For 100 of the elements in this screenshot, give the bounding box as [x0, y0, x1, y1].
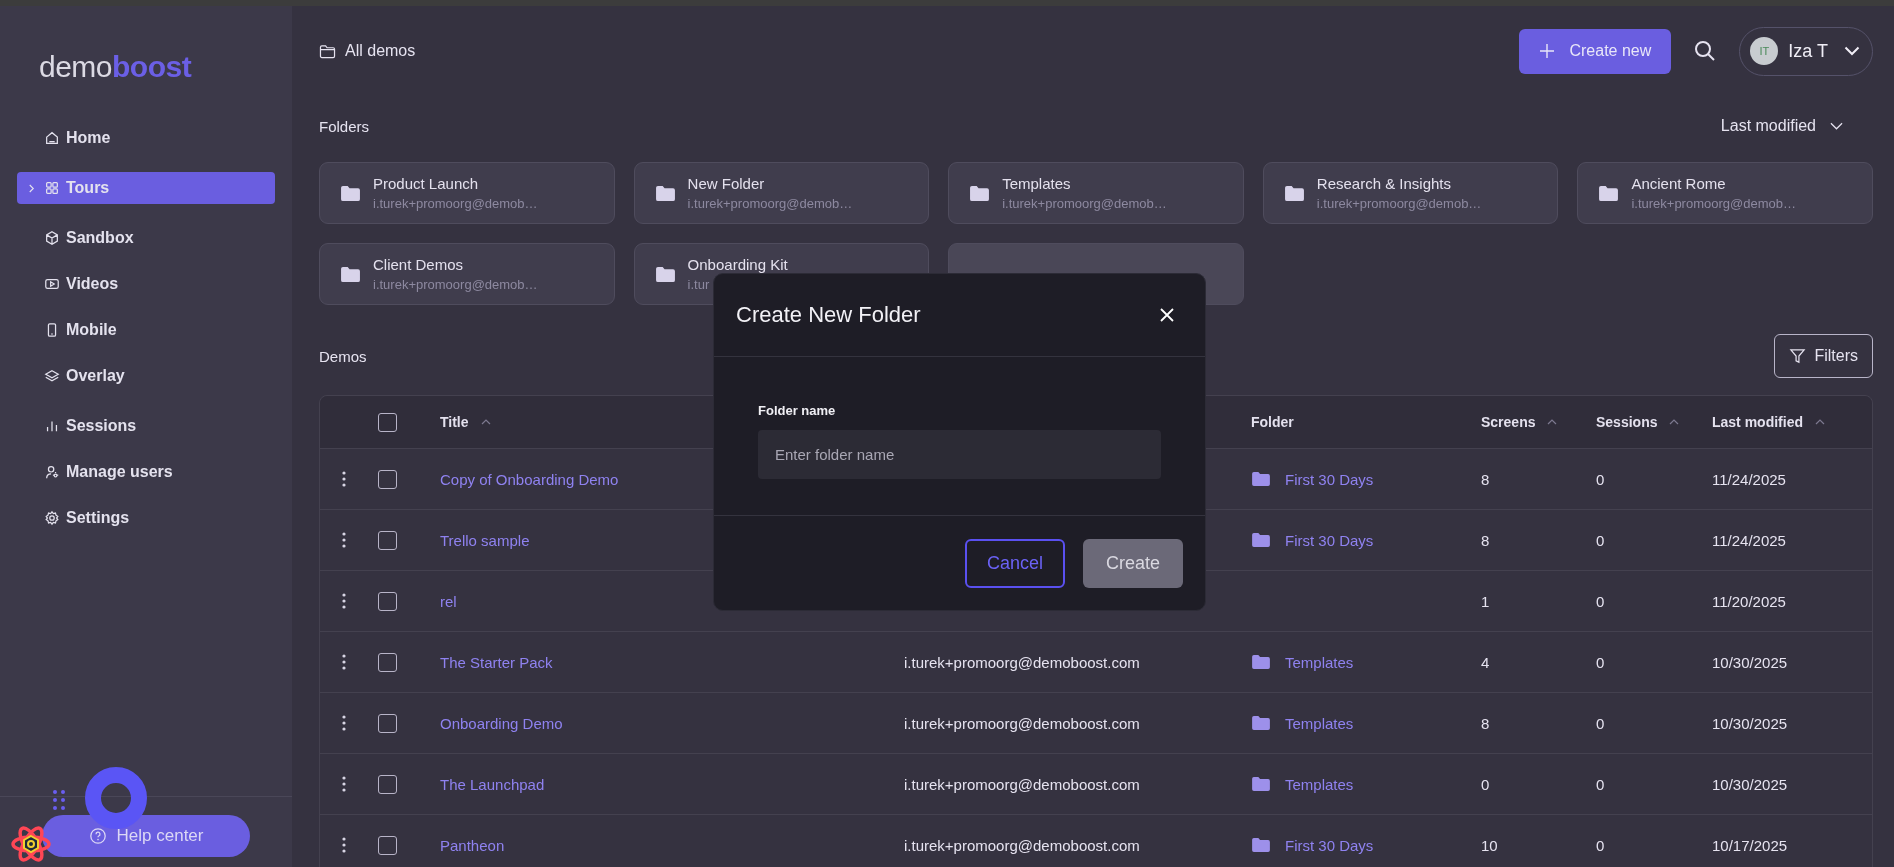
- chevron-down-icon: [1830, 122, 1843, 130]
- table-cell: 11/20/2025: [1712, 592, 1786, 610]
- close-icon[interactable]: [1159, 307, 1175, 323]
- column-header[interactable]: Last modified: [1712, 414, 1803, 430]
- more-icon[interactable]: [342, 654, 346, 670]
- table-cell: 8: [1481, 470, 1490, 488]
- row-checkbox[interactable]: [378, 713, 397, 733]
- folder-card[interactable]: Product Launch i.turek+promoorg@demob…: [319, 162, 615, 224]
- table-cell: 8: [1481, 531, 1490, 549]
- breadcrumb-link[interactable]: All demos: [319, 42, 416, 60]
- table-cell: 0: [1596, 531, 1605, 549]
- more-icon[interactable]: [342, 532, 346, 548]
- table-cell: 0: [1596, 775, 1605, 793]
- row-checkbox[interactable]: [378, 530, 397, 550]
- more-icon[interactable]: [342, 776, 346, 792]
- column-header[interactable]: Folder: [1251, 414, 1294, 430]
- table-cell: 0: [1481, 775, 1490, 793]
- row-checkbox[interactable]: [378, 652, 397, 672]
- select-all-checkbox[interactable]: [378, 412, 397, 432]
- sort-icon[interactable]: [480, 419, 491, 425]
- nav-icon: [44, 276, 60, 292]
- table-cell: 0: [1596, 653, 1605, 671]
- section-heading: Demos: [319, 347, 367, 365]
- table-cell: 0: [1596, 714, 1605, 732]
- more-icon[interactable]: [342, 471, 346, 487]
- folder-link[interactable]: Templates: [1285, 714, 1354, 732]
- more-icon[interactable]: [342, 837, 346, 853]
- column-header[interactable]: Title: [440, 414, 469, 430]
- folder-icon: [1598, 184, 1620, 202]
- folder-owner: i.tur: [687, 277, 711, 292]
- avatar: IT: [1750, 37, 1779, 65]
- sort-icon[interactable]: [1815, 419, 1825, 425]
- table-cell: i.turek+promoorg@demoboost.com: [904, 775, 1140, 793]
- row-checkbox[interactable]: [378, 774, 397, 794]
- table-cell: 10: [1481, 836, 1498, 854]
- folder-owner: i.turek+promoorg@demob…: [373, 196, 538, 211]
- table-cell: 1: [1481, 592, 1490, 610]
- demo-title-link[interactable]: Trello sample: [440, 531, 530, 549]
- table-cell: 4: [1481, 653, 1490, 671]
- cancel-button[interactable]: Cancel: [965, 539, 1065, 588]
- folder-name-field[interactable]: Enter folder name: [758, 430, 1161, 479]
- folder-card[interactable]: Templates i.turek+promoorg@demob…: [948, 162, 1244, 224]
- nav-item[interactable]: Sessions: [17, 410, 275, 442]
- grip-icon[interactable]: [53, 790, 65, 810]
- nav-icon: [44, 230, 60, 246]
- nav-item[interactable]: Sandbox: [17, 222, 275, 254]
- help-center-button[interactable]: Help center: [42, 815, 250, 857]
- folder-link[interactable]: First 30 Days: [1285, 836, 1374, 854]
- field-label: Folder name: [758, 403, 837, 418]
- folder-card[interactable]: Research & Insights i.turek+promoorg@demob…: [1262, 162, 1559, 224]
- folder-icon: [1251, 837, 1271, 853]
- folder-icon: [654, 265, 676, 283]
- nav-item[interactable]: Overlay: [17, 360, 275, 392]
- help-icon: [88, 827, 107, 845]
- folder-name: Client Demos: [373, 256, 465, 273]
- folder-card[interactable]: Ancient Rome i.turek+promoorg@demob…: [1577, 162, 1873, 224]
- folder-card[interactable]: Client Demos i.turek+promoorg@demob…: [319, 243, 615, 305]
- plus-icon: [1539, 43, 1556, 59]
- nav-icon: [44, 510, 60, 526]
- nav-item[interactable]: Mobile: [17, 314, 275, 346]
- demo-title-link[interactable]: Pantheon: [440, 836, 505, 854]
- column-header[interactable]: Screens: [1481, 414, 1536, 430]
- folder-link[interactable]: Templates: [1285, 653, 1354, 671]
- row-checkbox[interactable]: [378, 469, 397, 489]
- nav-item[interactable]: Settings: [17, 502, 275, 534]
- table-cell: 10/30/2025: [1712, 775, 1788, 793]
- atom-icon[interactable]: [11, 824, 51, 864]
- demo-title-link[interactable]: The Launchpad: [440, 775, 545, 793]
- folder-link[interactable]: First 30 Days: [1285, 531, 1374, 549]
- more-icon[interactable]: [342, 593, 346, 609]
- folder-owner: i.turek+promoorg@demob…: [1316, 196, 1482, 211]
- row-checkbox[interactable]: [378, 835, 397, 855]
- filters-button[interactable]: Filters: [1774, 334, 1873, 378]
- more-icon[interactable]: [342, 715, 346, 731]
- demo-title-link[interactable]: The Starter Pack: [440, 653, 553, 671]
- folder-owner: i.turek+promoorg@demob…: [1631, 196, 1796, 211]
- row-checkbox[interactable]: [378, 591, 397, 611]
- folder-icon: [969, 184, 991, 202]
- folder-icon: [340, 265, 361, 283]
- create-new-button[interactable]: Create new: [1519, 28, 1672, 74]
- nav-item[interactable]: Videos: [17, 268, 275, 300]
- demo-title-link[interactable]: rel: [440, 592, 457, 610]
- nav-item[interactable]: Tours: [17, 172, 275, 204]
- folder-icon: [1251, 471, 1271, 487]
- table-cell: 10/30/2025: [1712, 714, 1788, 732]
- table-cell: 0: [1596, 470, 1605, 488]
- table-cell: 10/30/2025: [1712, 653, 1788, 671]
- folder-link[interactable]: Templates: [1285, 775, 1354, 793]
- folder-link[interactable]: First 30 Days: [1285, 470, 1374, 488]
- nav-item[interactable]: Home: [17, 122, 275, 154]
- folder-name: Ancient Rome: [1631, 175, 1727, 192]
- sort-dropdown[interactable]: Last modified: [1714, 116, 1849, 136]
- column-header[interactable]: Sessions: [1596, 414, 1658, 430]
- nav-item[interactable]: Manage users: [17, 456, 275, 488]
- demo-title-link[interactable]: Onboarding Demo: [440, 714, 563, 732]
- sort-icon[interactable]: [1669, 419, 1680, 425]
- sort-icon[interactable]: [1547, 419, 1558, 425]
- folder-card[interactable]: New Folder i.turek+promoorg@demob…: [633, 162, 930, 224]
- logo: demoboost: [39, 50, 192, 84]
- demo-title-link[interactable]: Copy of Onboarding Demo: [440, 470, 619, 488]
